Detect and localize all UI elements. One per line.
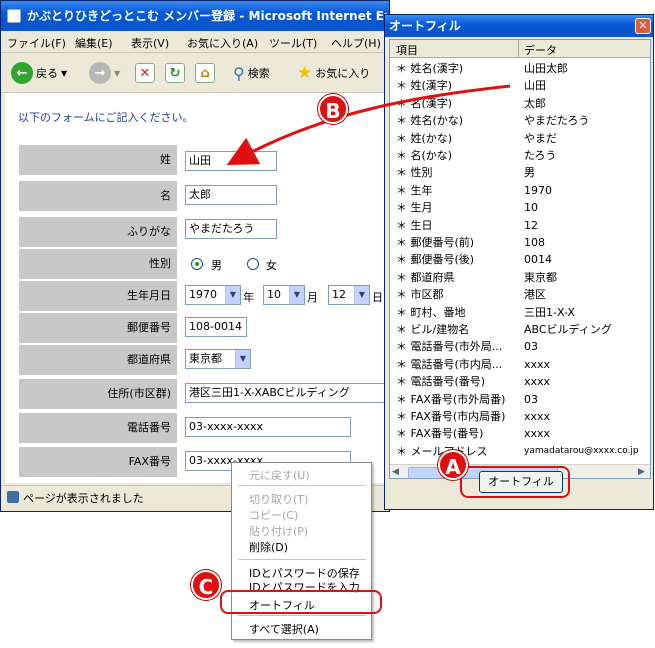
callout-c-badge: C	[191, 570, 221, 600]
menu-autofill-highlight	[220, 590, 382, 614]
callout-b-badge: B	[318, 94, 348, 124]
autofill-button-highlight	[460, 466, 570, 498]
callout-a-badge: A	[438, 450, 468, 480]
